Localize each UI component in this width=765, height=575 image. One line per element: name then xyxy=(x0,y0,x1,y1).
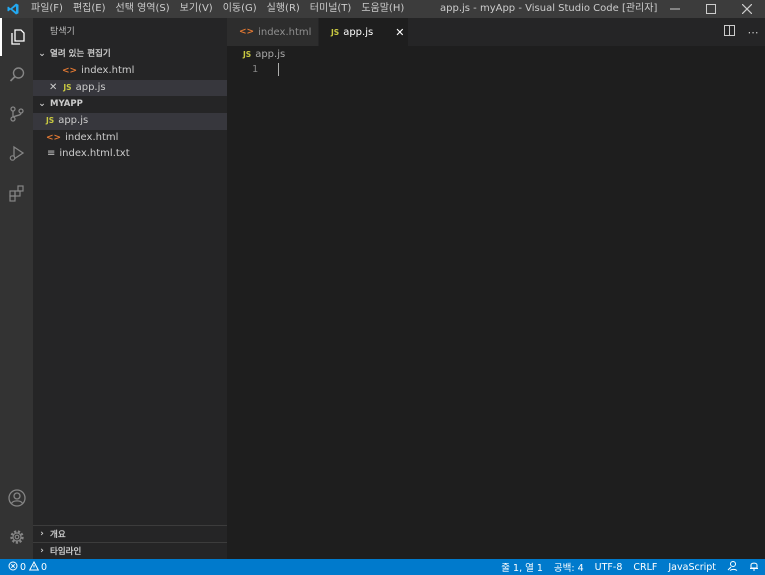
language-mode[interactable]: JavaScript xyxy=(668,562,716,573)
error-icon xyxy=(8,561,18,574)
menu-selection[interactable]: 선택 영역(S) xyxy=(111,0,175,18)
run-debug-icon[interactable] xyxy=(0,134,33,172)
chevron-down-icon: ⌄ xyxy=(38,99,46,109)
tab-label: index.html xyxy=(258,26,312,38)
warning-count: 0 xyxy=(41,561,48,573)
menu-bar: 파일(F) 편집(E) 선택 영역(S) 보기(V) 이동(G) 실행(R) 터… xyxy=(26,0,409,18)
extensions-icon[interactable] xyxy=(0,174,33,212)
file-item-app-js[interactable]: JS app.js xyxy=(33,113,227,130)
explorer-icon[interactable] xyxy=(0,18,33,56)
open-editor-label: app.js xyxy=(75,81,106,93)
end-of-line[interactable]: CRLF xyxy=(633,562,657,573)
activity-bar xyxy=(0,18,33,559)
open-editors-label: 열려 있는 편집기 xyxy=(50,49,111,59)
cursor-position[interactable]: 줄 1, 열 1 xyxy=(501,560,543,574)
breadcrumb: JS app.js xyxy=(227,46,765,62)
menu-view[interactable]: 보기(V) xyxy=(175,0,218,18)
window-title: app.js - myApp - Visual Studio Code [관리자… xyxy=(440,3,658,14)
menu-go[interactable]: 이동(G) xyxy=(218,0,262,18)
breadcrumb-item[interactable]: app.js xyxy=(255,49,285,60)
code-editor[interactable]: 1 xyxy=(227,62,765,559)
feedback-icon[interactable] xyxy=(727,560,738,574)
file-item-index-html-txt[interactable]: ≡ index.html.txt xyxy=(33,146,227,163)
line-number: 1 xyxy=(251,64,258,75)
tab-app-js[interactable]: JS app.js ✕ xyxy=(319,18,409,46)
html-file-icon: <> xyxy=(239,27,255,37)
status-bar: 0 0 줄 1, 열 1 공백: 4 UTF-8 CRLF JavaScript xyxy=(0,559,765,575)
tab-label: app.js xyxy=(343,26,374,38)
editor-actions: ⋯ xyxy=(717,18,765,46)
file-label: index.html.txt xyxy=(59,148,130,159)
open-editors-header[interactable]: ⌄ 열려 있는 편집기 xyxy=(33,46,227,63)
close-window-button[interactable] xyxy=(729,0,765,18)
tab-index-html[interactable]: <> index.html xyxy=(227,18,319,46)
js-file-icon: JS xyxy=(331,27,340,37)
indentation[interactable]: 공백: 4 xyxy=(554,560,584,574)
chevron-right-icon: › xyxy=(40,546,44,556)
status-right: 줄 1, 열 1 공백: 4 UTF-8 CRLF JavaScript xyxy=(490,559,759,575)
html-file-icon: <> xyxy=(62,66,78,76)
split-editor-icon[interactable] xyxy=(717,25,741,39)
minimize-button[interactable] xyxy=(657,0,693,18)
title-bar: 파일(F) 편집(E) 선택 영역(S) 보기(V) 이동(G) 실행(R) 터… xyxy=(0,0,765,18)
editor-tabs: <> index.html JS app.js ✕ ⋯ xyxy=(227,18,765,46)
search-icon[interactable] xyxy=(0,56,33,94)
outline-label: 개요 xyxy=(50,530,66,540)
warning-icon xyxy=(28,560,40,574)
close-icon[interactable]: ✕ xyxy=(395,26,404,39)
error-count: 0 xyxy=(20,561,27,573)
folder-header[interactable]: ⌄ MYAPP xyxy=(33,96,227,113)
menu-help[interactable]: 도움말(H) xyxy=(356,0,409,18)
window-controls xyxy=(657,0,765,18)
folder-label: MYAPP xyxy=(50,99,83,109)
chevron-down-icon: ⌄ xyxy=(38,49,46,59)
file-label: app.js xyxy=(58,115,89,126)
js-file-icon: JS xyxy=(46,116,55,125)
source-control-icon[interactable] xyxy=(0,95,33,133)
js-file-icon: JS xyxy=(63,82,72,92)
menu-terminal[interactable]: 터미널(T) xyxy=(305,0,357,18)
more-actions-icon[interactable]: ⋯ xyxy=(741,26,765,39)
open-editor-item-app-js[interactable]: ✕ JS app.js xyxy=(33,79,227,97)
notifications-bell-icon[interactable] xyxy=(749,560,759,574)
text-cursor xyxy=(278,63,279,76)
explorer-sidebar: 탐색기 ⌄ 열려 있는 편집기 <> index.html ✕ JS app.j… xyxy=(33,18,227,559)
menu-edit[interactable]: 편집(E) xyxy=(68,0,111,18)
account-icon[interactable] xyxy=(0,479,33,517)
js-file-icon: JS xyxy=(243,49,252,59)
sidebar-title: 탐색기 xyxy=(50,27,75,37)
text-file-icon: ≡ xyxy=(47,148,56,159)
menu-file[interactable]: 파일(F) xyxy=(26,0,68,18)
chevron-right-icon: › xyxy=(40,529,44,539)
vscode-logo-icon xyxy=(0,0,26,18)
maximize-button[interactable] xyxy=(693,0,729,18)
timeline-header[interactable]: › 타임라인 xyxy=(33,542,227,559)
html-file-icon: <> xyxy=(46,132,62,143)
problems-indicator[interactable]: 0 0 xyxy=(0,560,48,574)
outline-header[interactable]: › 개요 xyxy=(33,525,227,542)
close-icon[interactable]: ✕ xyxy=(49,80,57,97)
timeline-label: 타임라인 xyxy=(50,547,82,557)
file-label: index.html xyxy=(65,131,119,143)
open-editor-item-index-html[interactable]: <> index.html xyxy=(33,63,227,80)
file-item-index-html[interactable]: <> index.html xyxy=(33,130,227,147)
menu-run[interactable]: 실행(R) xyxy=(262,0,305,18)
encoding[interactable]: UTF-8 xyxy=(595,562,623,573)
settings-gear-icon[interactable] xyxy=(0,518,33,556)
open-editor-label: index.html xyxy=(81,65,135,76)
